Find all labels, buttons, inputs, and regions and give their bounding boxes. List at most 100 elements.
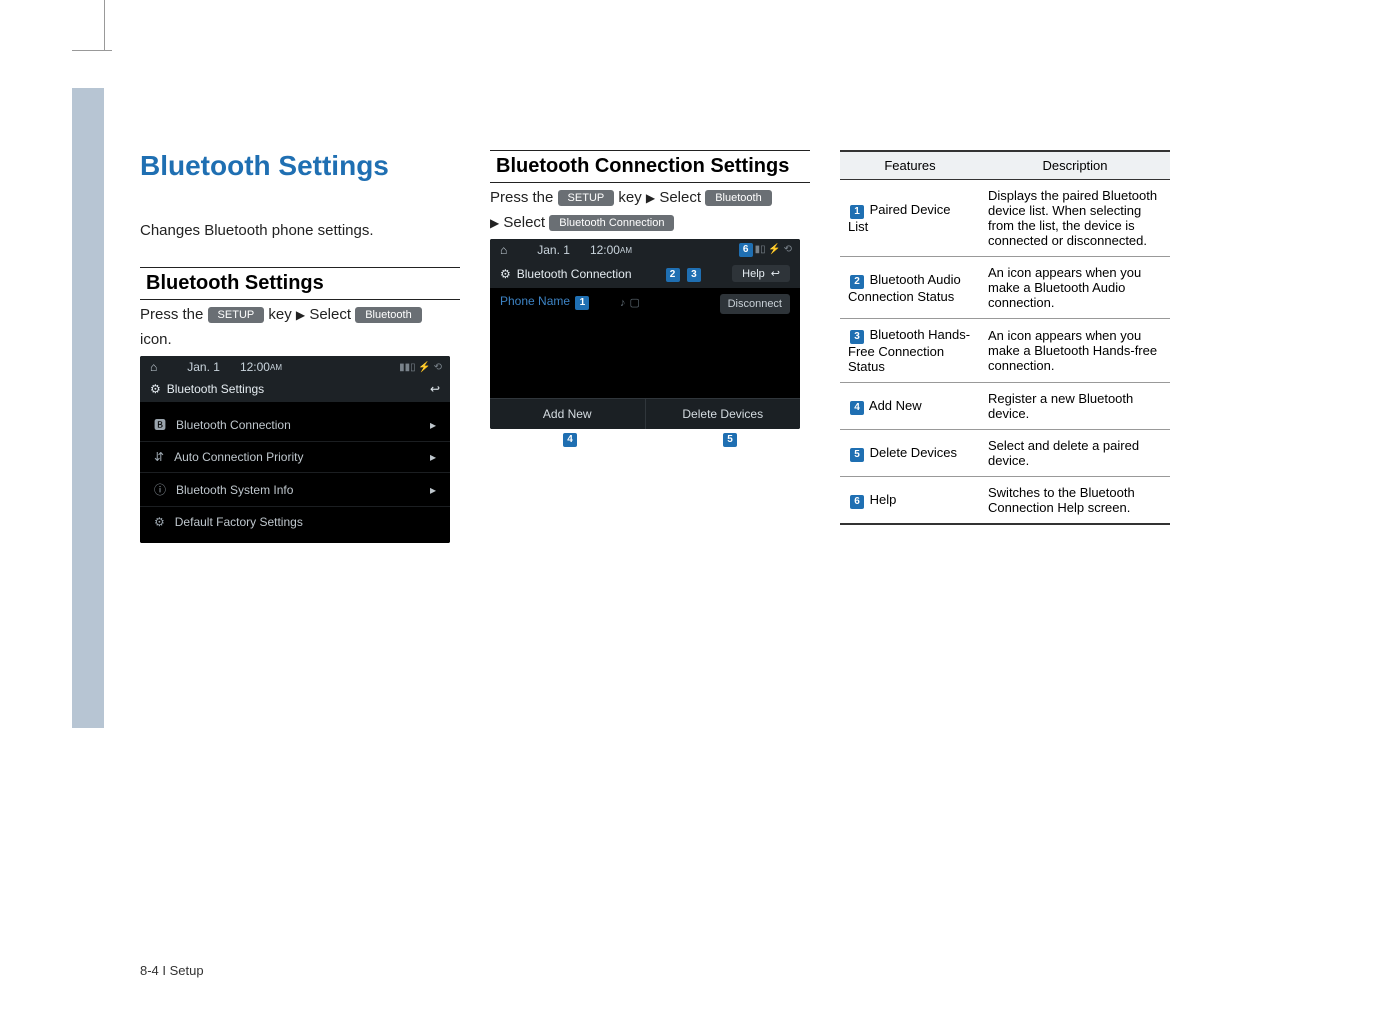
- instr-text: Press the: [140, 306, 203, 323]
- help-label: Help: [742, 268, 765, 280]
- info-icon: ⓘ: [154, 483, 166, 497]
- bluetooth-pill: Bluetooth: [355, 307, 421, 323]
- callout-badge: 6: [850, 495, 864, 509]
- callout-badge: 3: [850, 330, 864, 344]
- callout-badge: 1: [850, 205, 864, 219]
- list-item: ⚙ Default Factory Settings: [140, 507, 450, 537]
- callout-badge-5: 5: [723, 433, 737, 447]
- gear-icon: ⚙: [150, 382, 161, 396]
- table-head-features: Features: [840, 151, 980, 180]
- instruction-line: Press the SETUP key ▶ Select Bluetooth: [140, 306, 460, 323]
- feature-name: Bluetooth Hands-Free Connection Status: [848, 327, 970, 374]
- page-content: Bluetooth Settings Changes Bluetooth pho…: [140, 150, 1170, 543]
- status-ampm: AM: [270, 363, 282, 372]
- table-head-description: Description: [980, 151, 1170, 180]
- status-bar: ⌂ Jan. 1 12:00AM ▮▮▯ ⚡ ⟲: [140, 356, 450, 378]
- instr-text: Select: [503, 214, 545, 231]
- instr-text: Press the: [490, 189, 553, 206]
- page-side-tab: [72, 88, 104, 728]
- status-time: 12:00: [240, 360, 270, 374]
- crop-mark: [104, 0, 105, 50]
- feature-description: An icon appears when you make a Bluetoot…: [980, 257, 1170, 319]
- feature-name: Help: [866, 492, 896, 507]
- home-icon: ⌂: [500, 243, 507, 257]
- priority-icon: ⇵: [154, 450, 164, 464]
- screen-title-bar: ⚙ Bluetooth Connection 2 3 Help ↩: [490, 261, 800, 288]
- feature-description: Switches to the Bluetooth Connection Hel…: [980, 477, 1170, 525]
- connection-body: Phone Name 1 ♪ ▢ Disconnect: [490, 288, 800, 398]
- table-row: 4 Add New Register a new Bluetooth device…: [840, 383, 1170, 430]
- home-icon: ⌂: [150, 360, 157, 374]
- feature-name: Add New: [866, 398, 922, 413]
- page-title: Bluetooth Settings: [140, 150, 460, 182]
- intro-text: Changes Bluetooth phone settings.: [140, 222, 460, 239]
- screen-title: Bluetooth Settings: [167, 382, 264, 396]
- arrow-icon: ▶: [490, 216, 499, 230]
- instruction-line: Press the SETUP key ▶ Select Bluetooth: [490, 189, 810, 206]
- screen-title: Bluetooth Connection: [517, 267, 632, 281]
- add-new-button: Add New: [490, 398, 646, 429]
- disconnect-button: Disconnect: [720, 294, 790, 314]
- bottom-button-bar: Add New Delete Devices: [490, 398, 800, 429]
- crop-mark: [72, 50, 112, 51]
- chevron-right-icon: ▸: [430, 483, 436, 497]
- callout-badge-4: 4: [563, 433, 577, 447]
- callout-badge-1: 1: [575, 296, 589, 310]
- instr-text: key: [618, 189, 641, 206]
- bluetooth-icon: 🅱: [154, 418, 166, 432]
- arrow-icon: ▶: [646, 191, 655, 205]
- table-row: 1 Paired Device ListDisplays the paired …: [840, 180, 1170, 257]
- chevron-right-icon: ▸: [430, 450, 436, 464]
- instr-text: key: [268, 306, 291, 323]
- callout-badge: 4: [850, 401, 864, 415]
- instruction-line: icon.: [140, 331, 460, 348]
- callout-badge-2: 2: [666, 268, 680, 282]
- list-item-label: Bluetooth Connection: [176, 418, 291, 432]
- callout-badge-3: 3: [687, 268, 701, 282]
- features-table: Features Description 1 Paired Device Lis…: [840, 150, 1170, 525]
- feature-name: Delete Devices: [866, 445, 957, 460]
- setup-key-pill: SETUP: [208, 307, 265, 323]
- screenshot-bt-connection: ⌂ Jan. 1 12:00AM 6▮▯ ⚡ ⟲ ⚙ Bluetooth Con…: [490, 239, 800, 429]
- callout-badge: 2: [850, 275, 864, 289]
- gear-icon: ⚙: [154, 515, 165, 529]
- bluetooth-pill: Bluetooth: [705, 190, 771, 206]
- list-item: ⓘ Bluetooth System Info ▸: [140, 473, 450, 507]
- status-date: Jan. 1: [187, 360, 220, 374]
- feature-description: Register a new Bluetooth device.: [980, 383, 1170, 430]
- instruction-line: ▶ Select Bluetooth Connection: [490, 214, 810, 231]
- arrow-icon: ▶: [296, 308, 305, 322]
- setup-key-pill: SETUP: [558, 190, 615, 206]
- list-item: 🅱Bluetooth Connection ▸: [140, 408, 450, 442]
- instr-text: Select: [309, 306, 351, 323]
- status-time: 12:00: [590, 243, 620, 257]
- signal-icons: 6▮▯ ⚡ ⟲: [737, 243, 792, 257]
- callout-badge: 5: [850, 448, 864, 462]
- section-heading-bt-settings: Bluetooth Settings: [140, 267, 460, 300]
- audio-icon: ♪: [620, 297, 626, 309]
- table-row: 3 Bluetooth Hands-Free Connection Status…: [840, 319, 1170, 383]
- gear-icon: ⚙: [500, 267, 511, 281]
- screen-title-bar: ⚙ Bluetooth Settings ↩: [140, 378, 450, 402]
- phone-icon: ▢: [630, 296, 640, 309]
- status-date: Jan. 1: [537, 243, 570, 257]
- feature-name: Bluetooth Audio Connection Status: [848, 272, 961, 304]
- page-footer: 8-4 I Setup: [140, 963, 204, 978]
- feature-description: Displays the paired Bluetooth device lis…: [980, 180, 1170, 257]
- bt-connection-pill: Bluetooth Connection: [549, 215, 674, 231]
- table-row: 2 Bluetooth Audio Connection Status An ic…: [840, 257, 1170, 319]
- section-heading-bt-conn: Bluetooth Connection Settings: [490, 150, 810, 183]
- bottom-callouts: 4 5: [490, 433, 810, 447]
- feature-description: An icon appears when you make a Bluetoot…: [980, 319, 1170, 383]
- status-ampm: AM: [620, 246, 632, 255]
- phone-name-label: Phone Name: [500, 294, 570, 308]
- list-item-label: Bluetooth System Info: [176, 483, 293, 497]
- back-icon: ↩: [771, 267, 780, 280]
- list-item-label: Auto Connection Priority: [174, 450, 303, 464]
- table-row: 6 Help Switches to the Bluetooth Connecti…: [840, 477, 1170, 525]
- callout-badge-6: 6: [739, 243, 753, 257]
- list-item-label: Default Factory Settings: [175, 515, 303, 529]
- feature-description: Select and delete a paired device.: [980, 430, 1170, 477]
- help-button: Help ↩: [732, 265, 790, 282]
- delete-devices-button: Delete Devices: [646, 398, 801, 429]
